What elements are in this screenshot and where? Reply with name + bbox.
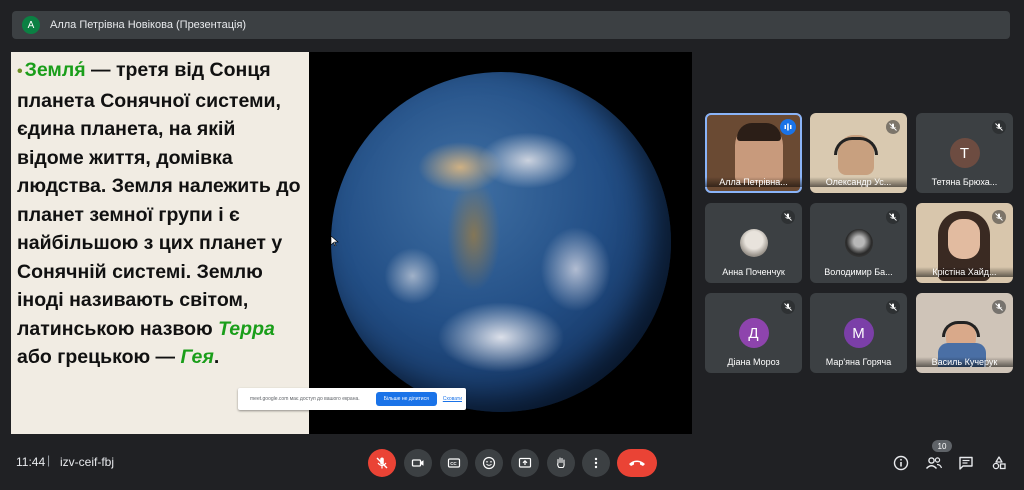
mic-toggle-button[interactable] [368, 449, 396, 477]
participant-avatar: Д [738, 318, 769, 348]
clock: 11:44 [16, 455, 46, 469]
participant-avatar: Т [949, 138, 980, 168]
participant-name: Олександр Ус... [810, 177, 907, 187]
activities-icon [992, 456, 1006, 470]
slide-text-latin: Терра [218, 317, 275, 340]
mic-off-icon [992, 300, 1006, 314]
more-icon [594, 457, 598, 469]
bullet-icon: • [17, 63, 23, 80]
participant-count-badge: 10 [932, 440, 952, 452]
slide-text-term: Земля́ [24, 59, 86, 81]
slide-text-end: . [213, 346, 220, 368]
meeting-details-button[interactable] [890, 452, 912, 474]
headphones-icon [942, 321, 980, 337]
participant-name: Василь Кучерук [916, 357, 1013, 367]
participant-name: Володимир Ба... [824, 267, 893, 277]
separator: | [47, 453, 51, 467]
participant-avatar [739, 229, 768, 257]
raise-hand-icon [557, 457, 565, 469]
participant-tile[interactable]: М Мар'яна Горяча [810, 293, 907, 373]
participant-photo [948, 219, 980, 259]
participant-name: Алла Петрівна... [705, 177, 802, 187]
mic-off-icon [992, 120, 1006, 134]
mic-off-icon [886, 300, 900, 314]
participant-avatar: М [843, 318, 874, 348]
participant-tile[interactable]: Анна Поченчук [705, 203, 802, 283]
people-icon [925, 457, 943, 469]
headphones-icon [834, 137, 878, 155]
participant-avatar [844, 229, 873, 257]
slide-text-body: — третя від Сонця планета Сонячної систе… [17, 59, 301, 340]
chat-button[interactable] [955, 452, 977, 474]
participant-photo-hair [737, 123, 781, 141]
camera-toggle-button[interactable] [404, 449, 432, 477]
people-button[interactable] [923, 452, 945, 474]
participant-tile[interactable]: Крістіна Хайд... [916, 203, 1013, 283]
emoji-icon [482, 456, 496, 470]
mic-off-icon [992, 210, 1006, 224]
presentation-slide: • Земля́ — третя від Сонця планета Сонячн… [11, 52, 692, 434]
chat-icon [959, 456, 973, 470]
participant-tile[interactable]: Василь Кучерук [916, 293, 1013, 373]
participant-name: Анна Поченчук [722, 267, 785, 277]
captions-button[interactable]: CC [440, 449, 468, 477]
end-call-icon [629, 460, 645, 466]
end-call-button[interactable] [617, 449, 657, 477]
hide-notice-link[interactable]: Сховати [443, 396, 462, 402]
participant-tile[interactable]: Володимир Ба... [810, 203, 907, 283]
participant-name: Мар'яна Горяча [825, 357, 892, 367]
presenter-avatar: А [22, 16, 40, 34]
cursor-icon [331, 236, 339, 246]
share-notice-text: meet.google.com має доступ до вашого екр… [250, 396, 360, 402]
slide-text: • Земля́ — третя від Сонця планета Сонячн… [17, 56, 303, 372]
svg-text:CC: CC [450, 461, 457, 466]
meeting-code[interactable]: izv-ceif-fbj [60, 455, 114, 469]
slide-text-or: або грецькою — [17, 346, 181, 368]
speaking-indicator-icon [780, 119, 796, 135]
participant-tile[interactable]: Т Тетяна Брюха... [916, 113, 1013, 193]
participant-tile[interactable]: Д Діана Мороз [705, 293, 802, 373]
participant-name: Тетяна Брюха... [931, 177, 998, 187]
more-options-button[interactable] [582, 449, 610, 477]
mic-off-icon [376, 457, 388, 469]
participant-tile[interactable]: Алла Петрівна... [705, 113, 802, 193]
mic-off-icon [781, 210, 795, 224]
camera-icon [411, 459, 424, 467]
present-button[interactable] [511, 449, 539, 477]
slide-text-panel: • Земля́ — третя від Сонця планета Сонячн… [11, 52, 309, 434]
participant-name: Діана Мороз [727, 357, 780, 367]
stop-sharing-button[interactable]: Більше не ділитися [375, 392, 437, 406]
slide-text-greek: Гея [180, 346, 214, 368]
participant-tile[interactable]: Олександр Ус... [810, 113, 907, 193]
screen-share-notice: meet.google.com має доступ до вашого екр… [238, 388, 466, 410]
reactions-button[interactable] [475, 449, 503, 477]
mic-off-icon [886, 210, 900, 224]
activities-button[interactable] [988, 452, 1010, 474]
raise-hand-button[interactable] [547, 449, 575, 477]
presenter-bar: А Алла Петрівна Новікова (Презентація) [12, 11, 1010, 39]
mic-off-icon [886, 120, 900, 134]
info-icon [893, 455, 909, 471]
presenter-label: Алла Петрівна Новікова (Презентація) [50, 19, 247, 31]
participant-name: Крістіна Хайд... [916, 267, 1013, 277]
mic-off-icon [781, 300, 795, 314]
captions-icon: CC [447, 458, 461, 468]
earth-image [331, 72, 671, 412]
present-icon [518, 457, 532, 468]
